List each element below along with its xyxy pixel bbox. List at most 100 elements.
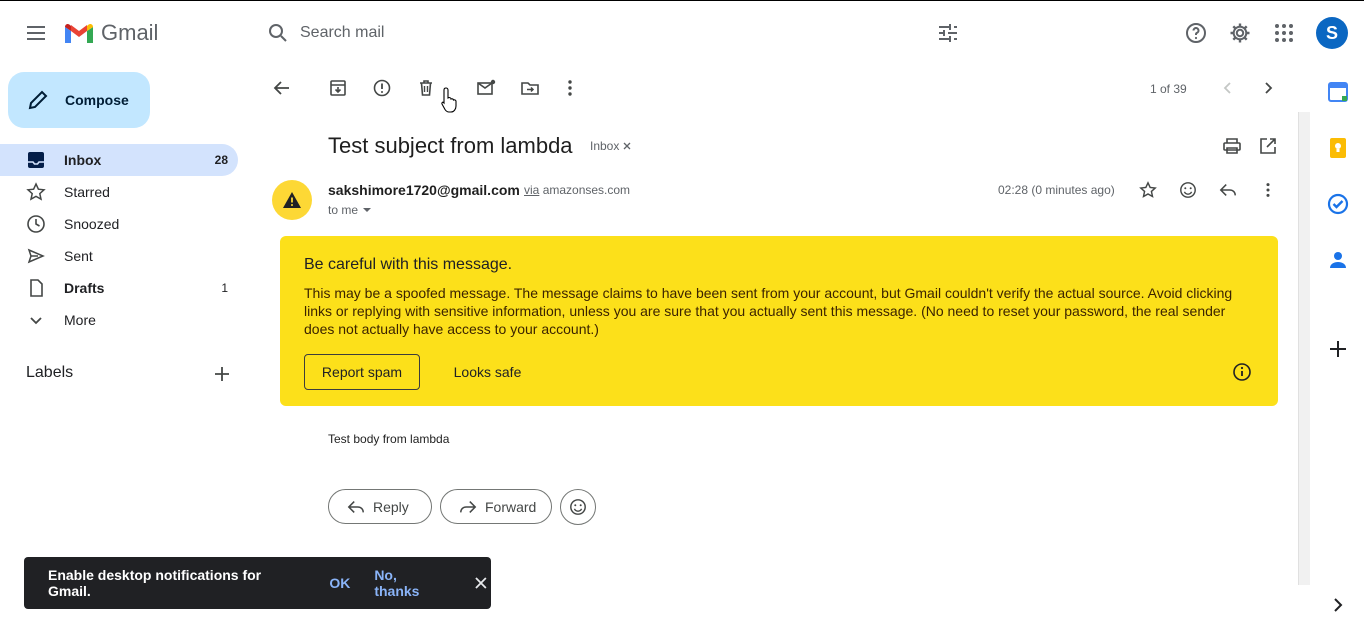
search-options-icon[interactable]: [936, 21, 960, 45]
chevron-right-icon[interactable]: [1326, 593, 1350, 617]
gear-icon: [1230, 23, 1250, 43]
print-button[interactable]: [1220, 134, 1244, 158]
delete-button[interactable]: [414, 76, 438, 100]
arrow-back-icon: [273, 81, 289, 95]
account-avatar[interactable]: S: [1316, 17, 1348, 49]
trash-icon: [420, 80, 432, 96]
back-button[interactable]: [270, 76, 294, 100]
search-bar: [256, 9, 976, 57]
calendar-icon[interactable]: [1326, 80, 1350, 104]
settings-button[interactable]: [1220, 13, 1260, 53]
label-chip[interactable]: Inbox: [590, 139, 631, 153]
help-icon: [1186, 23, 1206, 43]
gmail-logo[interactable]: Gmail: [63, 17, 158, 49]
sidebar-item-snoozed[interactable]: Snoozed: [0, 208, 238, 240]
scrollbar[interactable]: [1298, 112, 1310, 585]
side-panel: [1312, 64, 1364, 631]
search-icon[interactable]: [266, 21, 290, 45]
gmail-m-icon: [65, 23, 93, 43]
message-more-button[interactable]: [1256, 178, 1280, 202]
tasks-icon[interactable]: [1326, 192, 1350, 216]
sidebar-item-label: Snoozed: [64, 216, 120, 232]
via-link[interactable]: via: [524, 183, 539, 197]
hand-cursor-icon: [441, 87, 457, 113]
enable-notifications-button[interactable]: OK: [329, 575, 350, 591]
warning-body: This may be a spoofed message. The messa…: [304, 285, 1233, 337]
close-icon[interactable]: [623, 142, 631, 150]
forward-icon: [460, 500, 477, 513]
sidebar-item-label: More: [64, 312, 96, 328]
star-message-button[interactable]: [1136, 178, 1160, 202]
mark-unread-icon: [477, 79, 496, 95]
emoji-icon: [570, 499, 586, 515]
recipient-label: to me: [328, 203, 359, 217]
emoji-reaction-button[interactable]: [560, 489, 596, 525]
report-spam-button[interactable]: [370, 76, 394, 100]
sidebar-item-more[interactable]: More: [0, 304, 238, 336]
close-icon[interactable]: [471, 573, 491, 593]
timestamp: 02:28 (0 minutes ago): [998, 183, 1115, 197]
sidebar-item-label: Drafts: [64, 280, 105, 296]
newer-button[interactable]: [1216, 76, 1240, 100]
create-label-button[interactable]: [210, 362, 234, 386]
move-folder-icon: [521, 82, 539, 95]
add-reaction-button[interactable]: [1176, 178, 1200, 202]
help-button[interactable]: [1176, 13, 1216, 53]
contacts-icon[interactable]: [1326, 248, 1350, 272]
star-outline-icon: [1139, 181, 1157, 198]
sidebar-item-drafts[interactable]: Drafts 1: [0, 272, 238, 304]
emoji-icon: [1180, 182, 1196, 198]
plus-icon[interactable]: [1326, 337, 1350, 361]
compose-label: Compose: [65, 92, 129, 108]
compose-button[interactable]: Compose: [8, 72, 150, 128]
app-name: Gmail: [101, 20, 159, 45]
open-new-window-button[interactable]: [1256, 134, 1280, 158]
sender-avatar[interactable]: [272, 180, 312, 220]
recipient-details[interactable]: to me: [328, 203, 372, 217]
report-spam-button[interactable]: Report spam: [304, 354, 420, 390]
decline-notifications-button[interactable]: No, thanks: [374, 567, 445, 599]
search-input[interactable]: [300, 24, 860, 42]
reply-icon: [347, 500, 364, 513]
plus-icon: [215, 367, 229, 381]
label-chip-text: Inbox: [590, 139, 620, 153]
dropdown-arrow-icon: [363, 208, 372, 212]
more-actions-button[interactable]: [558, 76, 582, 100]
main-menu-button[interactable]: [14, 11, 58, 55]
older-button[interactable]: [1256, 76, 1280, 100]
sender-email[interactable]: sakshimore1720@gmail.com: [328, 182, 520, 198]
hamburger-icon: [27, 26, 45, 40]
forward-button[interactable]: Forward: [440, 489, 552, 524]
labels-heading: Labels: [26, 364, 74, 381]
sender-via: via amazonses.com: [524, 183, 630, 197]
reply-button[interactable]: Reply: [328, 489, 432, 524]
sidebar-item-label: Sent: [64, 248, 93, 264]
snackbar-message: Enable desktop notifications for Gmail.: [48, 567, 262, 599]
archive-button[interactable]: [326, 76, 350, 100]
star-icon: [26, 182, 46, 201]
warning-icon: [283, 192, 301, 208]
more-vert-icon: [568, 80, 572, 96]
reply-icon-button[interactable]: [1216, 178, 1240, 202]
info-icon: [1233, 363, 1251, 381]
clock-icon: [27, 215, 45, 233]
sidebar-item-inbox[interactable]: Inbox 28: [0, 144, 238, 176]
sidebar-item-starred[interactable]: Starred: [0, 176, 238, 208]
reply-icon: [1219, 184, 1236, 196]
chevron-left-icon: [1223, 82, 1231, 94]
open-in-new-icon: [1260, 138, 1276, 154]
header: Gmail S: [0, 0, 1364, 64]
sidebar-item-label: Inbox: [64, 152, 102, 168]
pagination-label: 1 of 39: [1150, 82, 1187, 96]
keep-icon[interactable]: [1326, 136, 1350, 160]
sidebar-item-sent[interactable]: Sent: [0, 240, 238, 272]
mark-unread-button[interactable]: [474, 76, 498, 100]
sidebar-item-label: Starred: [64, 184, 110, 200]
draft-icon: [30, 279, 43, 297]
google-apps-button[interactable]: [1264, 13, 1304, 53]
move-to-button[interactable]: [518, 76, 542, 100]
spoof-warning-banner: Be careful with this message. This may b…: [280, 236, 1278, 406]
looks-safe-button[interactable]: Looks safe: [440, 354, 535, 390]
info-button[interactable]: [1230, 360, 1254, 384]
draft-count: 1: [221, 281, 228, 295]
